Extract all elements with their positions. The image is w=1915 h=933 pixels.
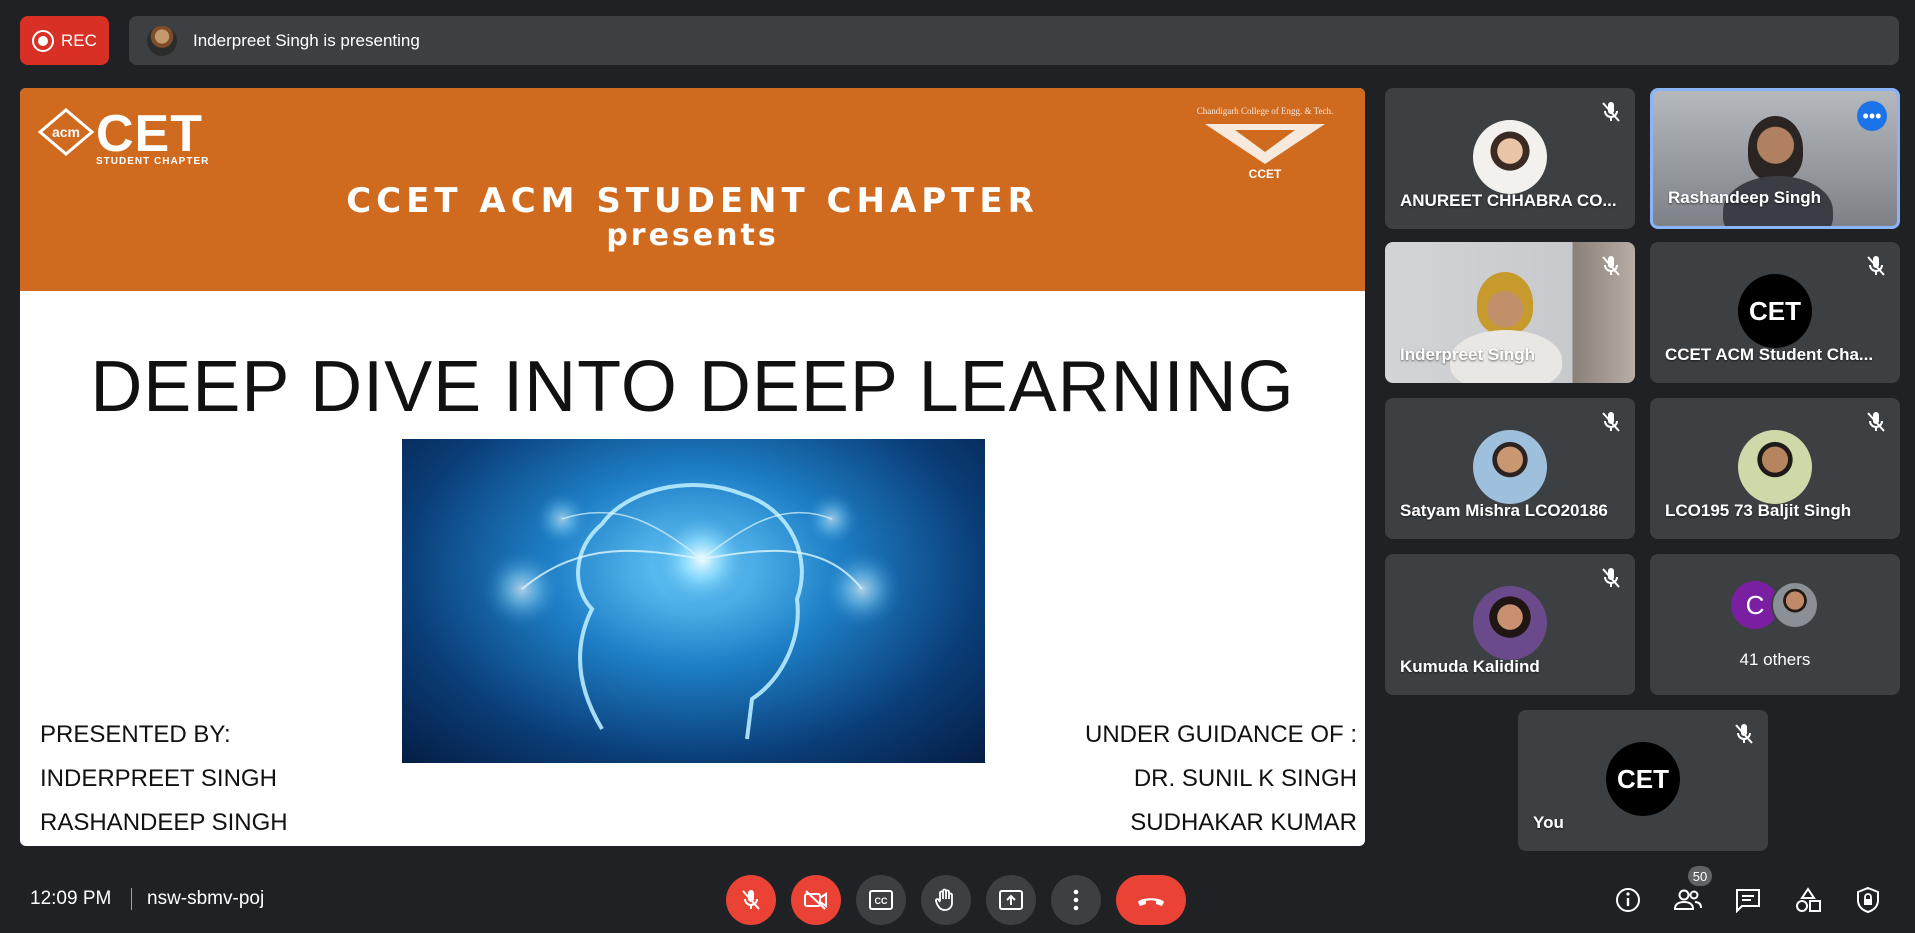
participant-name: Inderpreet Singh [1400,345,1536,364]
more-vert-icon [1073,889,1079,911]
ccet-college-logo: Chandigarh College of Engg. & Tech. CCET [1195,100,1335,180]
ccet-emblem-text: CCET [1249,167,1282,180]
mic-off-icon [1867,256,1885,276]
brain-network-image [402,439,985,763]
meeting-code: nsw-sbmv-poj [147,888,265,909]
participant-tile[interactable]: LCO195 73 Baljit Singh [1650,398,1900,539]
acm-badge-text: acm [52,124,80,140]
avatar-logo-text: CET [1749,295,1801,326]
guidance-label: UNDER GUIDANCE OF : [1084,721,1357,748]
raise-hand-icon [935,888,953,911]
people-icon [1673,889,1702,910]
self-tile[interactable]: CET You [1518,710,1768,851]
present-icon [999,890,1023,910]
captions-button[interactable]: CC [856,875,906,925]
ccet-emblem-icon: Chandigarh College of Engg. & Tech. CCET [1197,106,1333,180]
clock: 12:09 PM [30,888,112,909]
participant-avatar [1473,586,1547,660]
chat-icon [1736,889,1760,913]
participant-name: Satyam Mishra LCO20186 [1400,501,1608,520]
participant-video [1748,116,1803,181]
divider [131,888,132,910]
recording-indicator[interactable]: REC [20,16,109,65]
brain-illustration [482,483,902,740]
participant-name: LCO195 73 Baljit Singh [1665,501,1852,520]
mic-toggle-button[interactable] [726,875,776,925]
guide-name: SUDHAKAR KUMAR [1130,809,1357,836]
mic-off-icon [1602,256,1620,276]
others-avatar-photo [1771,581,1819,629]
presenting-text: Inderpreet Singh is presenting [193,30,420,50]
acm-diamond-icon: acm [38,108,94,156]
slide-title: DEEP DIVE INTO DEEP LEARNING [90,347,1295,427]
raise-hand-button[interactable] [921,875,971,925]
captions-icon: CC [869,890,893,910]
host-controls-button[interactable] [1848,880,1888,920]
end-call-icon [1138,898,1164,906]
presenting-banner: Inderpreet Singh is presenting [129,16,1899,65]
others-label: 41 others [1739,650,1811,669]
mic-off-icon [1602,102,1620,122]
more-options-menu-button[interactable] [1051,875,1101,925]
participant-tile-active-speaker[interactable]: ••• Rashandeep Singh [1650,88,1900,229]
more-options-icon: ••• [1862,106,1882,126]
mic-off-icon [1602,568,1620,588]
more-options-button[interactable]: ••• [1857,101,1887,131]
logo-text: CET [96,105,203,163]
participant-video [1477,272,1533,334]
self-avatar: CET [1606,742,1680,816]
presenter-name: RASHANDEEP SINGH [40,809,288,836]
header-title: CCET ACM STUDENT CHAPTER [346,181,1039,221]
self-name: You [1533,813,1564,832]
mic-off-icon [1602,412,1620,432]
presentation-slide: acm CET STUDENT CHAPTER Chandigarh Colle… [20,88,1365,846]
presenter-avatar [147,25,177,56]
participant-tile[interactable]: CET CCET ACM Student Cha... [1650,242,1900,383]
slide-header: acm CET STUDENT CHAPTER Chandigarh Colle… [20,88,1365,291]
info-icon [1616,888,1640,912]
host-controls-icon [1857,886,1879,914]
participant-avatar [1473,430,1547,504]
mic-off-icon [1735,724,1753,744]
meeting-details-button[interactable] [1608,880,1648,920]
participant-avatar [1738,430,1812,504]
participant-name: CCET ACM Student Cha... [1665,345,1874,364]
activities-icon [1796,887,1821,912]
record-icon [32,29,54,52]
participant-avatar [1473,120,1547,194]
activities-button[interactable] [1788,880,1828,920]
logo-caption: STUDENT CHAPTER [96,156,210,167]
participant-name: ANUREET CHHABRA CO... [1400,191,1617,210]
mic-off-icon [1867,412,1885,432]
avatar-logo-text: CET [1617,763,1669,794]
participant-name: Kumuda Kalidind [1400,657,1540,676]
presented-by-label: PRESENTED BY: [40,721,231,748]
participant-tile[interactable]: ANUREET CHHABRA CO... [1385,88,1635,229]
ccet-arc-text: Chandigarh College of Engg. & Tech. [1197,106,1333,116]
participant-tile[interactable]: Inderpreet Singh [1385,242,1635,383]
header-subtitle: presents [606,218,779,253]
others-tile[interactable]: C 41 others [1650,554,1900,695]
chat-button[interactable] [1728,880,1768,920]
camera-off-icon [804,890,827,910]
participant-tile[interactable]: Satyam Mishra LCO20186 [1385,398,1635,539]
recording-label: REC [61,30,97,50]
participant-avatar: CET [1738,274,1812,348]
camera-toggle-button[interactable] [791,875,841,925]
presenter-name: INDERPREET SINGH [40,765,277,792]
participant-tile[interactable]: Kumuda Kalidind [1385,554,1635,695]
present-now-button[interactable] [986,875,1036,925]
guide-name: DR. SUNIL K SINGH [1133,765,1357,792]
end-call-button[interactable] [1116,875,1186,925]
svg-text:CC: CC [875,896,888,906]
ccet-acm-logo: acm CET STUDENT CHAPTER [38,104,238,167]
mic-off-icon [742,890,760,910]
people-count-badge: 50 [1688,866,1712,886]
people-button[interactable] [1668,880,1708,920]
participant-name: Rashandeep Singh [1668,188,1822,207]
